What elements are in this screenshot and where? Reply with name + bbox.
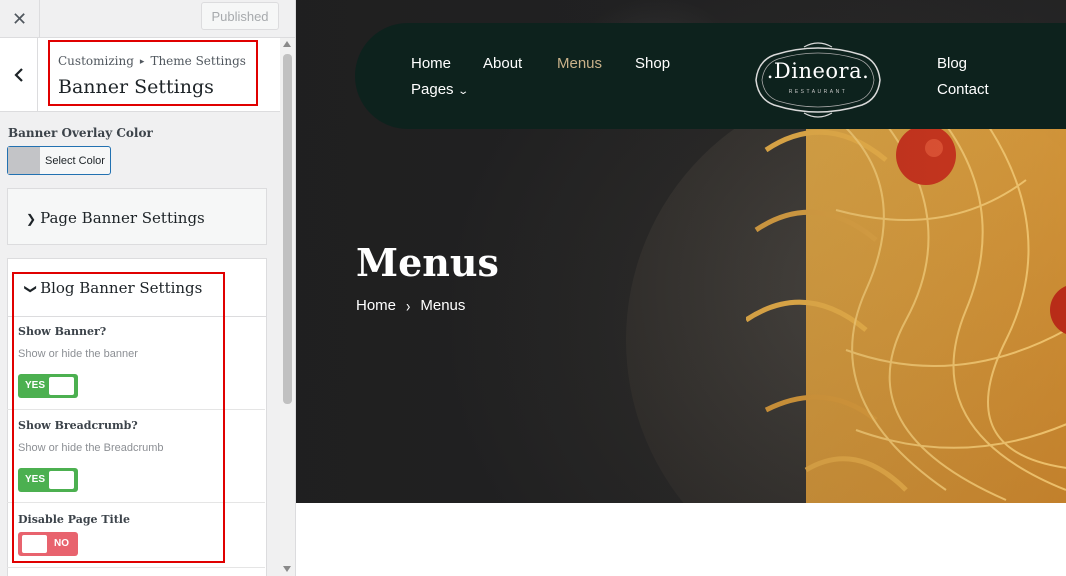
select-color-button[interactable]: Select Color [7, 146, 111, 175]
breadcrumb-separator: ▸ [139, 57, 145, 67]
customizer-sidebar: ✕ Published Customizing ▸ Theme Settings B… [0, 0, 296, 576]
chevron-left-icon [13, 67, 23, 82]
close-icon: ✕ [11, 8, 28, 29]
toggle-knob [49, 377, 74, 395]
site-navbar: Home About Menus Shop Pages ⌄ .Dineora. R… [355, 23, 1066, 129]
logo-text: .Dineora. [766, 59, 870, 83]
select-color-label: Select Color [45, 154, 105, 167]
show-breadcrumb-description: Show or hide the Breadcrumb [18, 442, 164, 454]
toggle-state: NO [54, 538, 69, 549]
chevron-down-icon: ⌄ [456, 86, 469, 97]
chevron-down-icon: ❯ [24, 283, 39, 295]
chevron-right-icon: ❯ [26, 212, 37, 226]
customizer-breadcrumb: Customizing ▸ Theme Settings [58, 54, 246, 68]
back-button[interactable] [0, 38, 38, 111]
overlay-color-label: Banner Overlay Color [8, 126, 153, 140]
breadcrumb-separator: › [406, 295, 411, 316]
sidebar-scrollbar[interactable] [280, 38, 295, 576]
scroll-down-arrow[interactable] [283, 566, 291, 572]
logo-subtitle: RESTAURANT [788, 89, 848, 95]
hero-banner: Home About Menus Shop Pages ⌄ .Dineora. R… [296, 0, 1066, 503]
show-breadcrumb-field: Show Breadcrumb? Show or hide the Breadc… [7, 410, 265, 503]
disable-page-title-toggle[interactable]: NO [18, 532, 78, 556]
show-banner-toggle[interactable]: YES [18, 374, 78, 398]
scroll-thumb[interactable] [283, 54, 292, 404]
disable-page-title-field: Disable Page Title NO [7, 503, 265, 568]
scroll-up-arrow[interactable] [283, 41, 291, 47]
page-banner-title: ❯ Page Banner Settings [26, 209, 205, 227]
customizer-header: ✕ Published [0, 0, 295, 38]
color-swatch [8, 147, 40, 174]
show-banner-description: Show or hide the banner [18, 348, 138, 360]
blog-banner-header[interactable]: ❯ Blog Banner Settings [8, 259, 266, 317]
section-title: Banner Settings [58, 76, 214, 98]
nav-shop[interactable]: Shop [635, 55, 670, 72]
site-preview: Home About Menus Shop Pages ⌄ .Dineora. R… [296, 0, 1066, 576]
nav-contact[interactable]: Contact [937, 81, 989, 98]
close-button[interactable]: ✕ [0, 0, 40, 38]
page-breadcrumb: Home › Menus [356, 295, 466, 316]
disable-page-title-label: Disable Page Title [18, 513, 130, 526]
nav-home[interactable]: Home [411, 55, 451, 72]
breadcrumb-parent: Theme Settings [150, 54, 246, 68]
toggle-state: YES [25, 380, 46, 391]
show-breadcrumb-toggle[interactable]: YES [18, 468, 78, 492]
section-title-highlight: Customizing ▸ Theme Settings Banner Settin… [48, 40, 258, 106]
toggle-state: YES [25, 474, 46, 485]
show-banner-label: Show Banner? [18, 325, 107, 338]
nav-blog[interactable]: Blog [937, 55, 967, 72]
toggle-knob [22, 535, 47, 553]
breadcrumb-current: Menus [420, 297, 466, 314]
nav-menus[interactable]: Menus [557, 55, 602, 72]
blog-banner-title: ❯ Blog Banner Settings [24, 279, 203, 297]
breadcrumb-home[interactable]: Home [356, 297, 396, 314]
nav-about[interactable]: About [483, 55, 522, 72]
breadcrumb-root: Customizing [58, 54, 134, 68]
published-button[interactable]: Published [201, 2, 279, 30]
page-title: Menus [356, 240, 499, 285]
page-banner-accordion[interactable]: ❯ Page Banner Settings [7, 188, 267, 245]
site-logo[interactable]: .Dineora. RESTAURANT [752, 39, 884, 121]
show-breadcrumb-label: Show Breadcrumb? [18, 419, 138, 432]
nav-pages[interactable]: Pages ⌄ [411, 81, 469, 98]
section-header: Customizing ▸ Theme Settings Banner Settin… [0, 38, 295, 112]
show-banner-field: Show Banner? Show or hide the banner YES [7, 317, 265, 410]
toggle-knob [49, 471, 74, 489]
